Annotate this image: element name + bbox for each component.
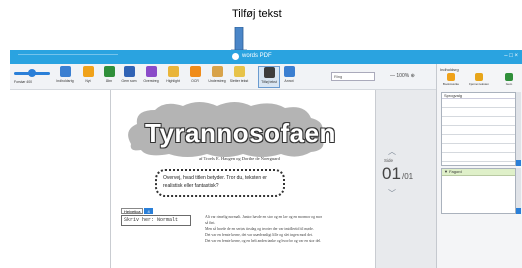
tool-annot-button[interactable]: Annot: [278, 66, 300, 88]
list-item[interactable]: [442, 144, 518, 153]
tool-aabn-label: Åbn: [105, 79, 113, 83]
panel-btn-fjern-label: Fjernet teksten: [469, 82, 489, 86]
panel-btn-gem[interactable]: Gem: [499, 73, 519, 89]
tool-gem-icon: [123, 66, 135, 77]
zoom-control[interactable]: — 100% ⊕: [390, 73, 415, 79]
list-item[interactable]: [442, 108, 518, 117]
quick-access-bar: [18, 54, 118, 59]
font-size-select[interactable]: 4: [144, 208, 153, 214]
tool-slet-button[interactable]: Sletter tekst: [228, 66, 250, 88]
panel-section-header: ▼ Fagord: [442, 169, 518, 176]
panel-list-scrollbar[interactable]: [515, 92, 521, 166]
tool-indhold-label: Indholdsrtg: [56, 79, 74, 83]
tool-understreg-button[interactable]: Understreg: [206, 66, 228, 88]
tool-understreg-label: Understreg: [208, 79, 226, 83]
page-navigator: ︿ Side 01 /01 ﹀: [380, 90, 436, 268]
tool-overstreg-button[interactable]: Overstreg: [140, 66, 162, 88]
panel-toolbar: Indholdsrg Bookmærke Fjernet teksten Gem: [437, 64, 522, 90]
font-family-select[interactable]: Helvetica: [121, 208, 144, 214]
tool-highlight-button[interactable]: Highlight: [162, 66, 184, 88]
tool-nyt-button[interactable]: Nyt: [77, 66, 99, 88]
tool-slet-label: Sletter tekst: [229, 79, 249, 83]
tool-gem-label: Gem som: [121, 79, 137, 83]
scroll-down-icon[interactable]: [516, 208, 521, 214]
tool-slet-icon: [233, 66, 245, 77]
zoom-in-icon[interactable]: ⊕: [411, 73, 415, 79]
list-item[interactable]: [442, 117, 518, 126]
tool-highlight-icon: [167, 66, 179, 77]
next-page-icon[interactable]: ﹀: [388, 188, 396, 199]
zoom-out-icon[interactable]: —: [390, 73, 395, 79]
tool-tilfoej-tekst-button[interactable]: Tilføj tekst: [258, 66, 280, 88]
list-item[interactable]: [442, 126, 518, 135]
body-paragraph: Det var en femte kerne, og en helt anden…: [205, 239, 322, 243]
tool-highlight-label: Highlight: [166, 79, 180, 83]
tool-indhold-button[interactable]: Indholdsrtg: [54, 66, 76, 88]
panel-section-scrollbar[interactable]: [515, 168, 521, 214]
previous-page-icon[interactable]: ︿: [388, 146, 396, 157]
tool-annot-label: Annot: [284, 79, 294, 83]
list-item[interactable]: [442, 135, 518, 144]
window-controls[interactable]: – □ ×: [504, 53, 518, 59]
panel-btn-bookmark-icon: [447, 73, 455, 81]
document-byline: af Troels E. Haugen og Dorthe de Noergua…: [199, 156, 280, 161]
panel-btn-fjern[interactable]: Fjernet teksten: [469, 73, 489, 89]
document-title: Tyrannosofaen: [145, 118, 336, 148]
left-margin: [10, 90, 110, 268]
zoom-value: 100%: [396, 73, 410, 79]
current-page: 01: [382, 164, 401, 183]
tool-indhold-icon: [59, 66, 71, 77]
main-toolbar: Forstør 400 Indholdsrtg Nyt Åbn Gem som Over…: [10, 64, 436, 90]
panel-btn-bookmark-label: Bookmærke: [442, 82, 460, 86]
panel-btn-bookmark[interactable]: Bookmærke: [441, 73, 461, 89]
tool-annot-icon: [283, 66, 295, 77]
tool-tilfoej-tekst-icon: [263, 67, 275, 78]
zoom-slider-label: Forstør 400: [14, 80, 33, 84]
tool-overstreg-icon: [145, 66, 157, 77]
tool-ocr-label: OCR: [191, 79, 199, 83]
tool-nyt-label: Nyt: [85, 79, 91, 83]
tool-nyt-icon: [82, 66, 94, 77]
tool-overstreg-label: Overstreg: [143, 79, 159, 83]
text-input-field[interactable]: Skriv her: Normalt: [121, 215, 191, 226]
app-title: words PDF: [242, 53, 272, 59]
panel-header: Indholdsrg: [440, 67, 459, 72]
document-page: Tyrannosofaen af Troels E. Haugen og Dor…: [110, 90, 376, 268]
scroll-down-icon[interactable]: [516, 160, 521, 166]
document-workarea: Tyrannosofaen af Troels E. Haugen og Dor…: [110, 90, 436, 268]
tool-understreg-icon: [211, 66, 223, 77]
panel-list[interactable]: Sprogvalg: [441, 92, 519, 166]
panel-section[interactable]: ▼ Fagord: [441, 168, 519, 214]
tool-gem-button[interactable]: Gem som: [118, 66, 140, 88]
font-select[interactable]: Ring: [331, 72, 375, 81]
page-label: Side: [384, 158, 394, 163]
list-item[interactable]: [442, 99, 518, 108]
panel-btn-gem-icon: [505, 73, 513, 81]
list-item[interactable]: [442, 153, 518, 162]
total-pages: /01: [402, 172, 414, 181]
app-logo-icon: [232, 53, 239, 60]
question-bubble: Overvej, hvad titlen betyder. Tror du, t…: [155, 169, 285, 197]
panel-btn-gem-label: Gem: [505, 82, 513, 86]
text-format-bar: Helvetica 4: [121, 208, 154, 215]
tool-aabn-button[interactable]: Åbn: [98, 66, 120, 88]
tool-ocr-button[interactable]: OCR: [184, 66, 206, 88]
panel-btn-fjern-icon: [475, 73, 483, 81]
body-paragraph: Alt var rimelig normalt. Junior havde en…: [205, 215, 323, 225]
title-bar: words PDF – □ ×: [10, 50, 522, 64]
tool-aabn-icon: [103, 66, 115, 77]
add-text-box[interactable]: Helvetica 4 Skriv her: Normalt: [121, 208, 191, 230]
panel-section-label: Fagord: [449, 169, 462, 174]
tool-ocr-icon: [189, 66, 201, 77]
right-panel: Indholdsrg Bookmærke Fjernet teksten Gem S…: [436, 64, 522, 268]
document-body: Alt var rimelig normalt. Junior havde en…: [205, 214, 325, 244]
zoom-slider-knob[interactable]: [28, 69, 36, 77]
annotation-label: Tilføj tekst: [232, 8, 282, 20]
tool-tilfoej-tekst-label: Tilføj tekst: [261, 80, 277, 84]
